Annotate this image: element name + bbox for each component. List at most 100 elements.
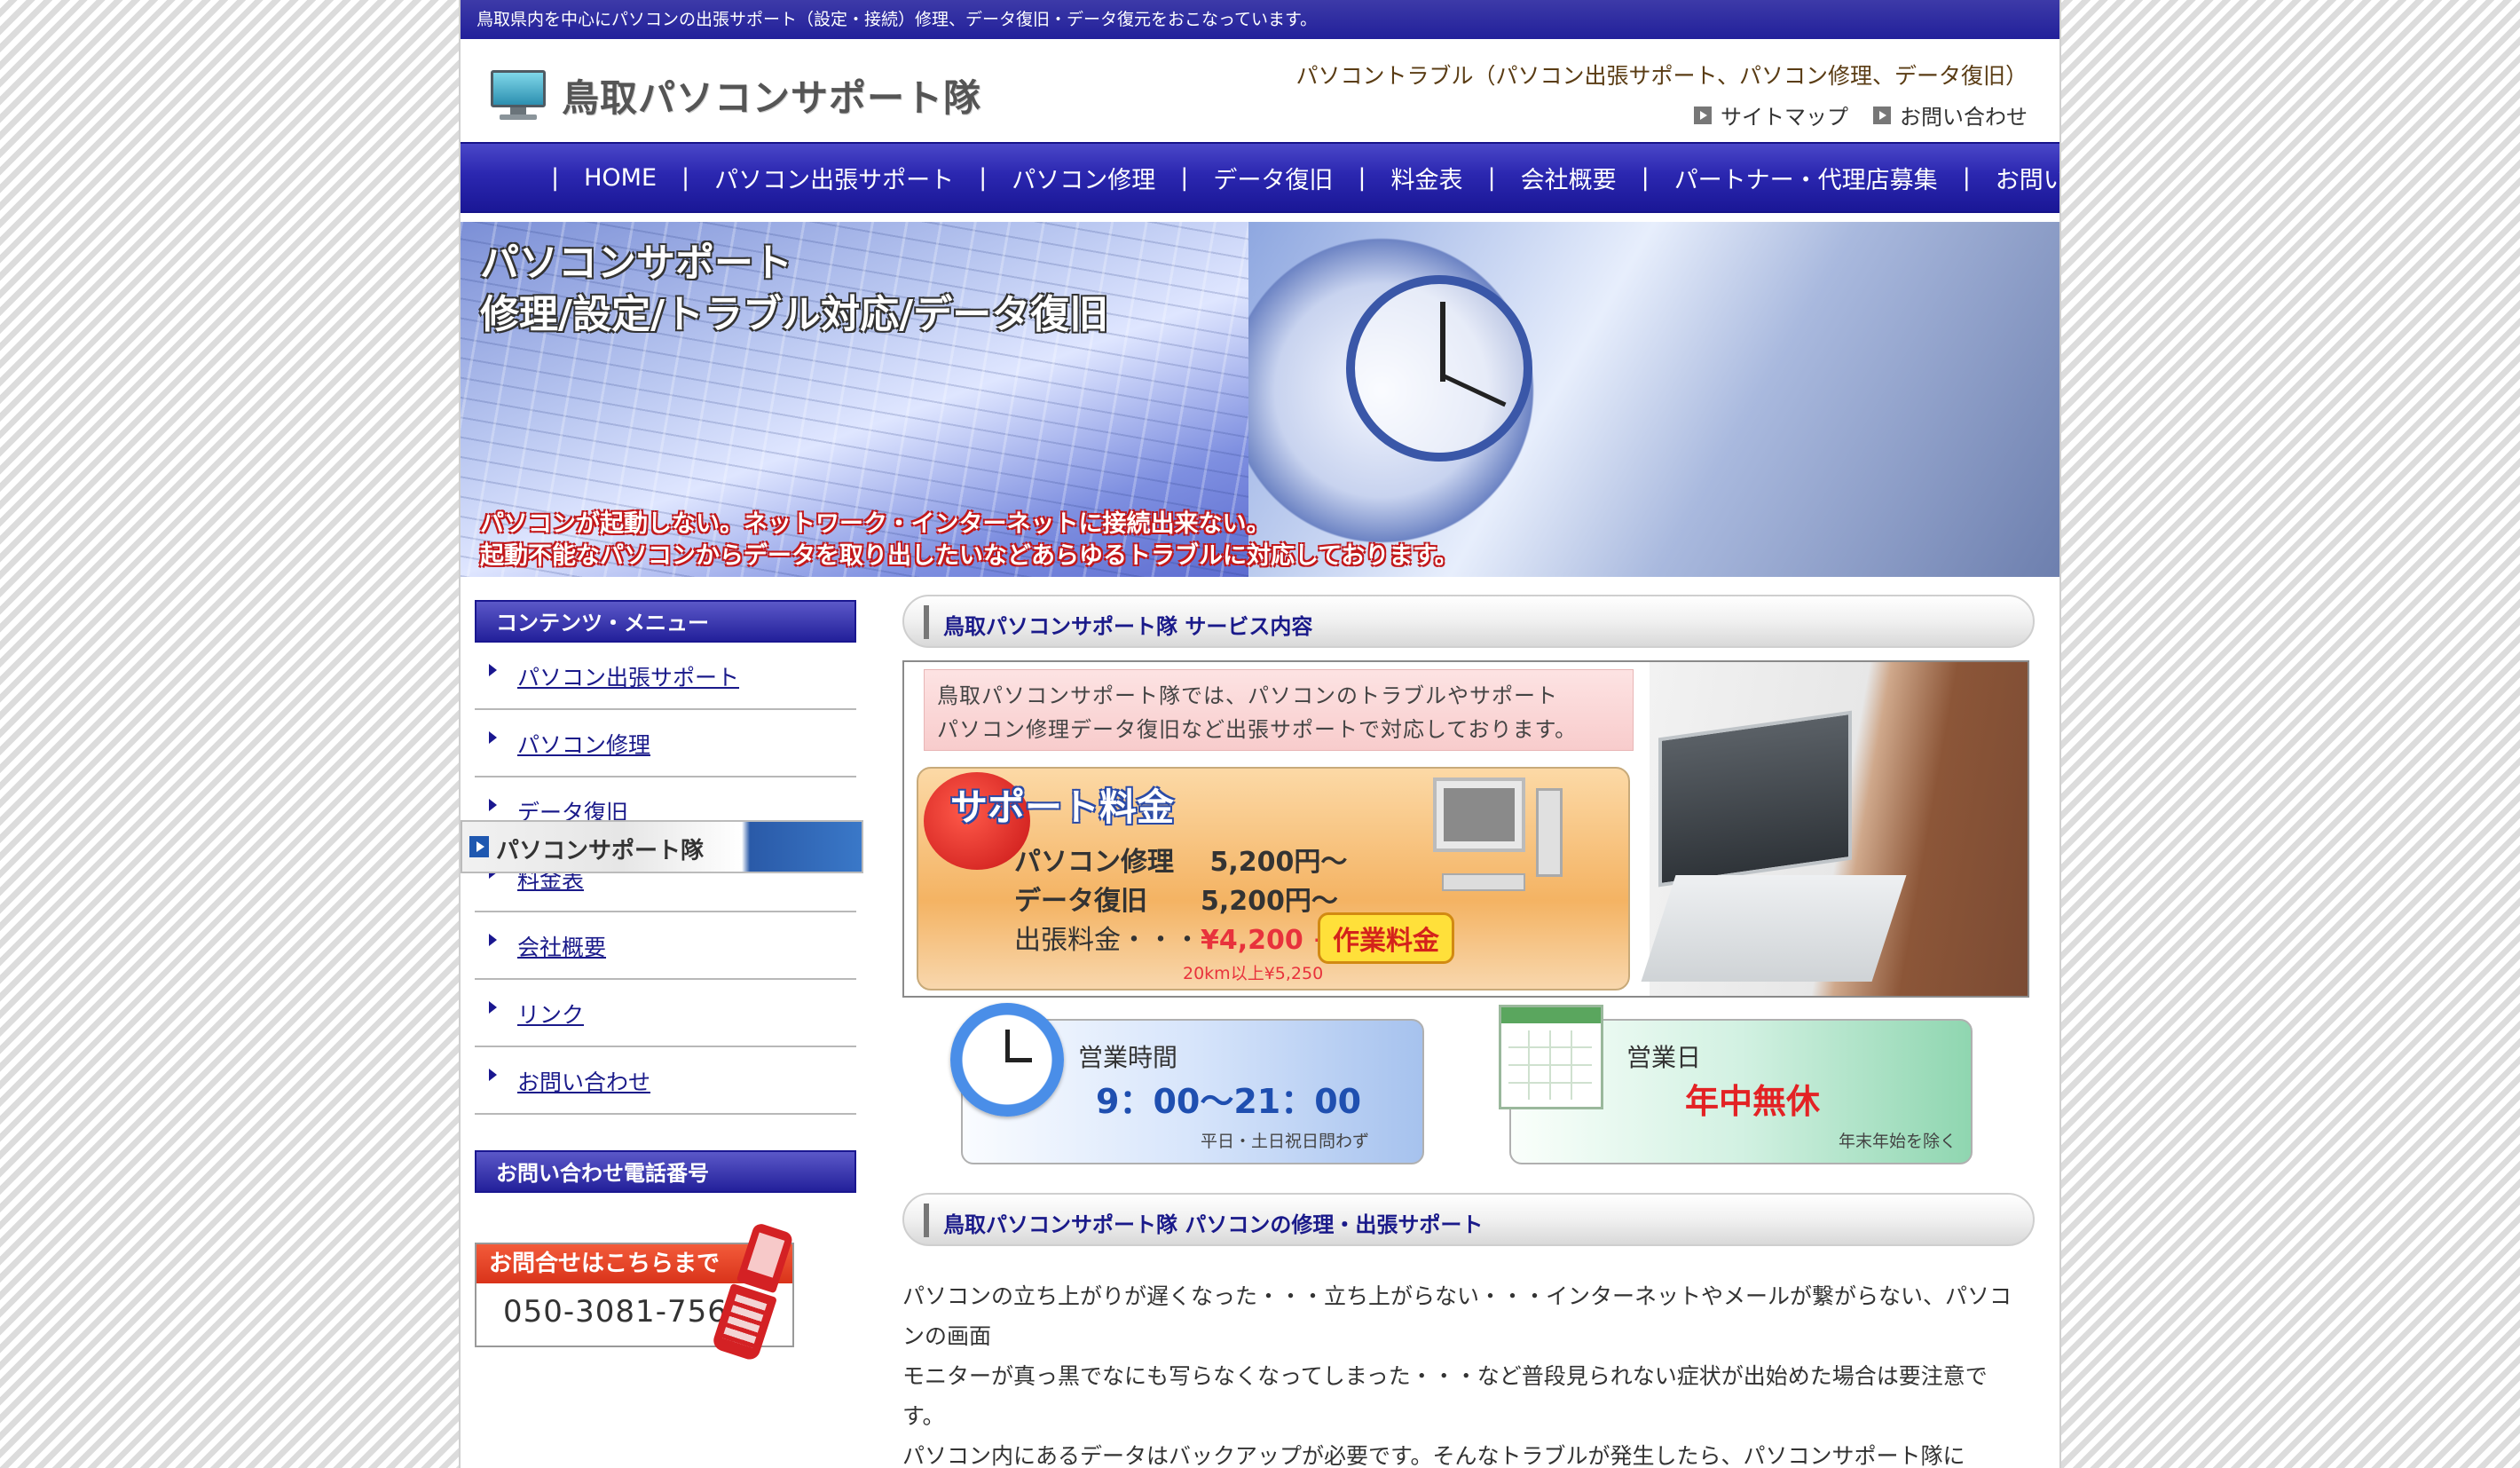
heading-bar <box>924 605 929 639</box>
clock-icon <box>950 1003 1064 1117</box>
sidebar: コンテンツ・メニュー パソコン出張サポート パソコン修理 データ復旧 料金表 会… <box>475 600 856 1367</box>
service-note-line-2: パソコン修理データ復旧など出張サポートで対応しております。 <box>937 717 1578 742</box>
sidebar-item-label[interactable]: お問い合わせ <box>517 1065 650 1097</box>
section-heading-text: 鳥取パソコンサポート隊 パソコンの修理・出張サポート <box>943 1212 1484 1237</box>
sidebar-item-pc-repair[interactable]: パソコン修理 <box>475 710 856 777</box>
laptop-image <box>1658 710 1852 888</box>
nav-item-partner[interactable]: パートナー・代理店募集 <box>1674 161 1938 195</box>
arrow-square-icon <box>1873 106 1891 124</box>
support-fee-card: サポート料金 パソコン修理 5,200円〜 データ復旧 5,200円〜 出張料金… <box>917 767 1630 991</box>
sidebar-item-company[interactable]: 会社概要 <box>475 912 856 980</box>
sidebar-phone-title: お問い合わせ電話番号 <box>475 1150 856 1193</box>
business-hours-note: 平日・土日祝日問わず <box>1200 1132 1369 1151</box>
business-hours-label: 営業時間 <box>1078 1043 1178 1072</box>
triangle-right-icon <box>489 1069 497 1081</box>
pc-support-banner[interactable]: パソコンサポート隊 <box>461 820 863 873</box>
work-fee-badge: 作業料金 <box>1318 912 1454 964</box>
sidebar-item-links[interactable]: リンク <box>475 980 856 1047</box>
nav-item-company[interactable]: 会社概要 <box>1521 161 1617 195</box>
triangle-right-icon <box>489 1001 497 1014</box>
hero-clock-image <box>1248 222 2059 577</box>
section-heading-repair: 鳥取パソコンサポート隊 パソコンの修理・出張サポート <box>902 1193 2035 1246</box>
sidebar-item-onsite-support[interactable]: パソコン出張サポート <box>475 643 856 710</box>
business-days-label: 営業日 <box>1626 1043 1702 1072</box>
nav-separator: | <box>979 163 988 192</box>
nav-item-price[interactable]: 料金表 <box>1390 161 1462 195</box>
sidebar-item-label[interactable]: パソコン出張サポート <box>517 660 739 692</box>
triangle-right-icon <box>489 934 497 946</box>
sitemap-link-label: サイトマップ <box>1721 105 1848 130</box>
business-days-note: 年末年始を除く <box>1838 1132 1957 1151</box>
logo-text: 鳥取パソコンサポート隊 <box>562 75 982 120</box>
hero-subheading: 修理/設定/トラブル対応/データ復旧 <box>480 292 1109 337</box>
heading-bar <box>924 1204 929 1237</box>
page-container: 鳥取県内を中心にパソコンの出張サポート（設定・接続）修理、データ復旧・データ復元… <box>459 0 2061 1468</box>
pc-support-banner-label: パソコンサポート隊 <box>496 838 705 864</box>
service-note: 鳥取パソコンサポート隊では、パソコンのトラブルやサポート パソコン修理データ復旧… <box>924 669 1634 751</box>
nav-item-contact[interactable]: お問い合わ <box>1996 161 2059 195</box>
monitor-icon <box>491 70 547 120</box>
fee-visit: 出張料金・・・¥4,200 + <box>1014 918 1335 957</box>
hero-heading: パソコンサポート <box>480 241 792 286</box>
nav-separator: | <box>551 163 560 192</box>
triangle-right-icon <box>489 664 497 676</box>
nav-separator: | <box>1358 163 1366 192</box>
sidebar-menu-title: コンテンツ・メニュー <box>475 600 856 643</box>
main-content: 鳥取パソコンサポート隊 サービス内容 鳥取パソコンサポート隊では、パソコンのトラ… <box>902 595 2035 1468</box>
sitemap-link[interactable]: サイトマップ <box>1694 99 1848 130</box>
nav-item-home[interactable]: HOME <box>584 164 657 192</box>
arrow-square-icon <box>1694 106 1712 124</box>
nav-separator: | <box>681 163 690 192</box>
paragraph-line-1: パソコンの立ち上がりが遅くなった・・・立ち上がらない・・・インターネットやメール… <box>902 1283 2012 1349</box>
nav-item-data-recovery[interactable]: データ復旧 <box>1213 161 1333 195</box>
nav-separator: | <box>1487 163 1496 192</box>
main-nav: | HOME | パソコン出張サポート | パソコン修理 | データ復旧 | 料… <box>461 142 2059 213</box>
business-hours-value: 9：00〜21：00 <box>1096 1082 1362 1121</box>
paragraph-line-3: パソコン内にあるデータはバックアップが必要です。そんなトラブルが発生したら、パソ… <box>902 1443 1965 1468</box>
triangle-right-icon <box>489 731 497 744</box>
sidebar-item-label[interactable]: パソコン修理 <box>517 728 650 760</box>
phone-banner[interactable]: お問合せはこちらまで 050-3081-7565 <box>475 1221 830 1367</box>
section-heading-text: 鳥取パソコンサポート隊 サービス内容 <box>943 614 1313 639</box>
hero-message-1: パソコンが起動しない。ネットワーク・インターネットに接続出来ない。 <box>480 510 1271 538</box>
hero-message-2: 起動不能なパソコンからデータを取り出したいなどあらゆるトラブルに対応しております… <box>480 542 1459 570</box>
site-logo[interactable]: 鳥取パソコンサポート隊 <box>491 64 981 126</box>
top-info-bar: 鳥取県内を中心にパソコンの出張サポート（設定・接続）修理、データ復旧・データ復元… <box>461 0 2059 39</box>
header-tagline: パソコントラブル（パソコン出張サポート、パソコン修理、データ復旧） <box>1295 63 2028 89</box>
fee-card-title: サポート料金 <box>950 785 1175 829</box>
contact-link-label: お問い合わせ <box>1900 105 2028 130</box>
calendar-icon <box>1499 1005 1603 1109</box>
hero-banner: パソコンサポート 修理/設定/トラブル対応/データ復旧 パソコンが起動しない。ネ… <box>461 222 2059 577</box>
business-days-value: 年中無休 <box>1685 1082 1821 1121</box>
service-note-line-1: 鳥取パソコンサポート隊では、パソコンのトラブルやサポート <box>937 683 1558 708</box>
nav-item-pc-repair[interactable]: パソコン修理 <box>1012 161 1155 195</box>
contact-link[interactable]: お問い合わせ <box>1873 99 2028 130</box>
sidebar-item-label[interactable]: リンク <box>517 998 584 1030</box>
nav-separator: | <box>1962 163 1971 192</box>
business-hours-card: 営業時間 9：00〜21：00 平日・土日祝日問わず <box>950 1003 1424 1164</box>
sidebar-menu: パソコン出張サポート パソコン修理 データ復旧 料金表 会社概要 リンク お問い… <box>475 643 856 1115</box>
triangle-right-icon <box>489 799 497 811</box>
fee-visit-note: 20km以上¥5,250 <box>1183 964 1324 983</box>
desktop-pc-icon <box>1433 777 1575 902</box>
fee-visit-label: 出張料金・・・ <box>1014 925 1201 956</box>
fee-visit-price: ¥4,200 + <box>1201 925 1335 956</box>
intro-paragraph: パソコンの立ち上がりが遅くなった・・・立ち上がらない・・・インターネットやメール… <box>902 1276 2022 1468</box>
header-links: サイトマップ お問い合わせ <box>1694 99 2028 130</box>
clock-image-icon <box>1346 275 1532 462</box>
nav-separator: | <box>1180 163 1189 192</box>
operator-image <box>1641 662 2028 996</box>
nav-item-onsite-support[interactable]: パソコン出張サポート <box>714 161 954 195</box>
sidebar-item-contact[interactable]: お問い合わせ <box>475 1047 856 1115</box>
fee-data-recovery: データ復旧 5,200円〜 <box>1014 886 1338 917</box>
paragraph-line-2: モニターが真っ黒でなにも写らなくなってしまった・・・など普段見られない症状が出始… <box>902 1363 1988 1429</box>
nav-separator: | <box>1641 163 1650 192</box>
fee-pc-repair: パソコン修理 5,200円〜 <box>1014 847 1348 878</box>
business-days-card: 営業日 年中無休 年末年始を除く <box>1499 1005 1973 1164</box>
business-info-row: 営業時間 9：00〜21：00 平日・土日祝日問わず 営業日 年中無休 年末年始… <box>902 1003 2035 1182</box>
site-header: 鳥取パソコンサポート隊 パソコントラブル（パソコン出張サポート、パソコン修理、デ… <box>461 39 2059 142</box>
section-heading-services: 鳥取パソコンサポート隊 サービス内容 <box>902 595 2035 648</box>
sidebar-item-label[interactable]: 会社概要 <box>517 930 606 962</box>
laptop-base <box>1641 875 1907 982</box>
service-banner: 鳥取パソコンサポート隊では、パソコンのトラブルやサポート パソコン修理データ復旧… <box>902 660 2029 998</box>
